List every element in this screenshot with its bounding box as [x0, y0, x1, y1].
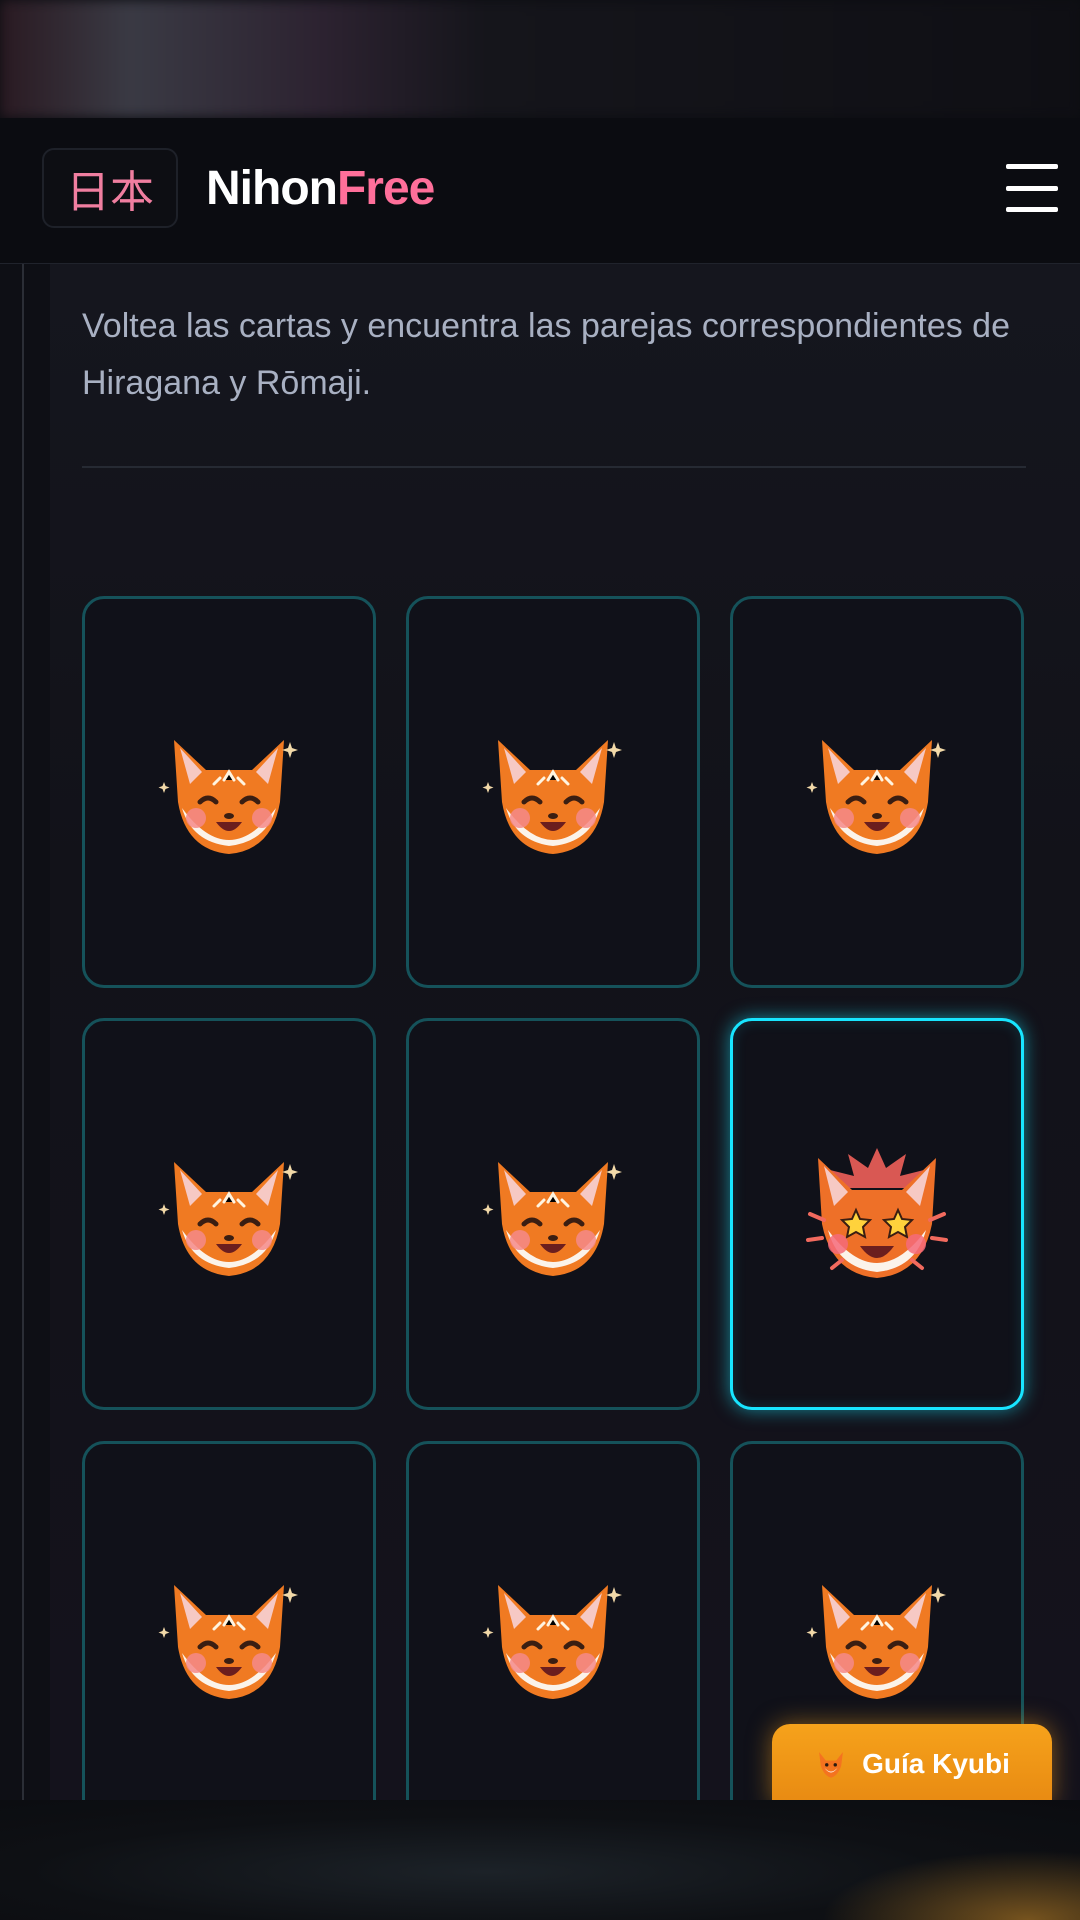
memory-card[interactable] — [406, 1018, 700, 1410]
guide-kyubi-label: Guía Kyubi — [862, 1748, 1010, 1779]
fox-icon — [819, 1752, 843, 1778]
happy-fox-icon — [806, 1585, 946, 1699]
happy-fox-icon — [158, 1162, 298, 1276]
guide-kyubi-button[interactable]: Guía Kyubi — [772, 1724, 1052, 1804]
memory-card[interactable] — [406, 1441, 700, 1800]
memory-card[interactable] — [406, 596, 700, 988]
excited-fox-icon — [806, 1148, 948, 1278]
happy-fox-icon — [482, 740, 622, 854]
memory-card[interactable] — [82, 1441, 376, 1800]
happy-fox-icon — [482, 1585, 622, 1699]
memory-card[interactable] — [82, 1018, 376, 1410]
happy-fox-icon — [158, 1585, 298, 1699]
memory-card[interactable] — [730, 1018, 1024, 1410]
happy-fox-icon — [806, 740, 946, 854]
happy-fox-icon — [482, 1162, 622, 1276]
blurred-bottom-area — [0, 1800, 1080, 1920]
memory-card-grid — [0, 0, 1080, 1800]
happy-fox-icon — [158, 740, 298, 854]
memory-card[interactable] — [730, 596, 1024, 988]
memory-card[interactable] — [82, 596, 376, 988]
